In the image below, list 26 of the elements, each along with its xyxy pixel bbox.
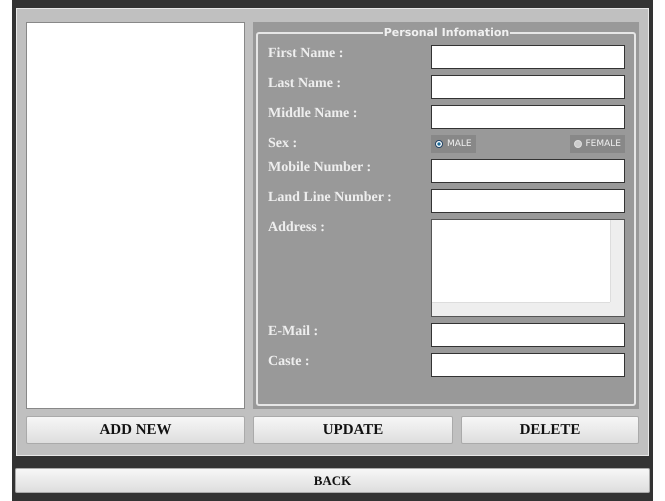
group-title: Personal Infomation: [382, 26, 510, 39]
field-label: Caste :: [268, 353, 311, 371]
field-label: E-Mail :: [268, 323, 320, 341]
radio-label: FEMALE: [586, 139, 621, 149]
action-button[interactable]: ADD NEW: [26, 416, 245, 444]
input-field[interactable]: [431, 105, 625, 129]
input-field[interactable]: [431, 75, 625, 99]
back-button[interactable]: BACK: [15, 468, 650, 493]
field-label: Address :: [268, 219, 326, 237]
field-label: Mobile Number :: [268, 159, 372, 177]
vertical-scrollbar[interactable]: [610, 220, 624, 302]
input-field[interactable]: [431, 159, 625, 183]
field-label: Land Line Number :: [268, 189, 393, 207]
input-field[interactable]: [431, 353, 625, 377]
field-label: First Name :: [268, 45, 344, 63]
input-field[interactable]: [431, 45, 625, 69]
input-field[interactable]: [431, 189, 625, 213]
action-button[interactable]: UPDATE: [253, 416, 453, 444]
address-field[interactable]: [431, 219, 625, 317]
radio-label: MALE: [447, 139, 472, 149]
action-button[interactable]: DELETE: [461, 416, 639, 444]
field-label: Sex :: [268, 135, 298, 153]
field-label: Last Name :: [268, 75, 342, 93]
input-field[interactable]: [431, 323, 625, 347]
field-label: Middle Name :: [268, 105, 358, 123]
horizontal-scrollbar[interactable]: [432, 302, 610, 316]
